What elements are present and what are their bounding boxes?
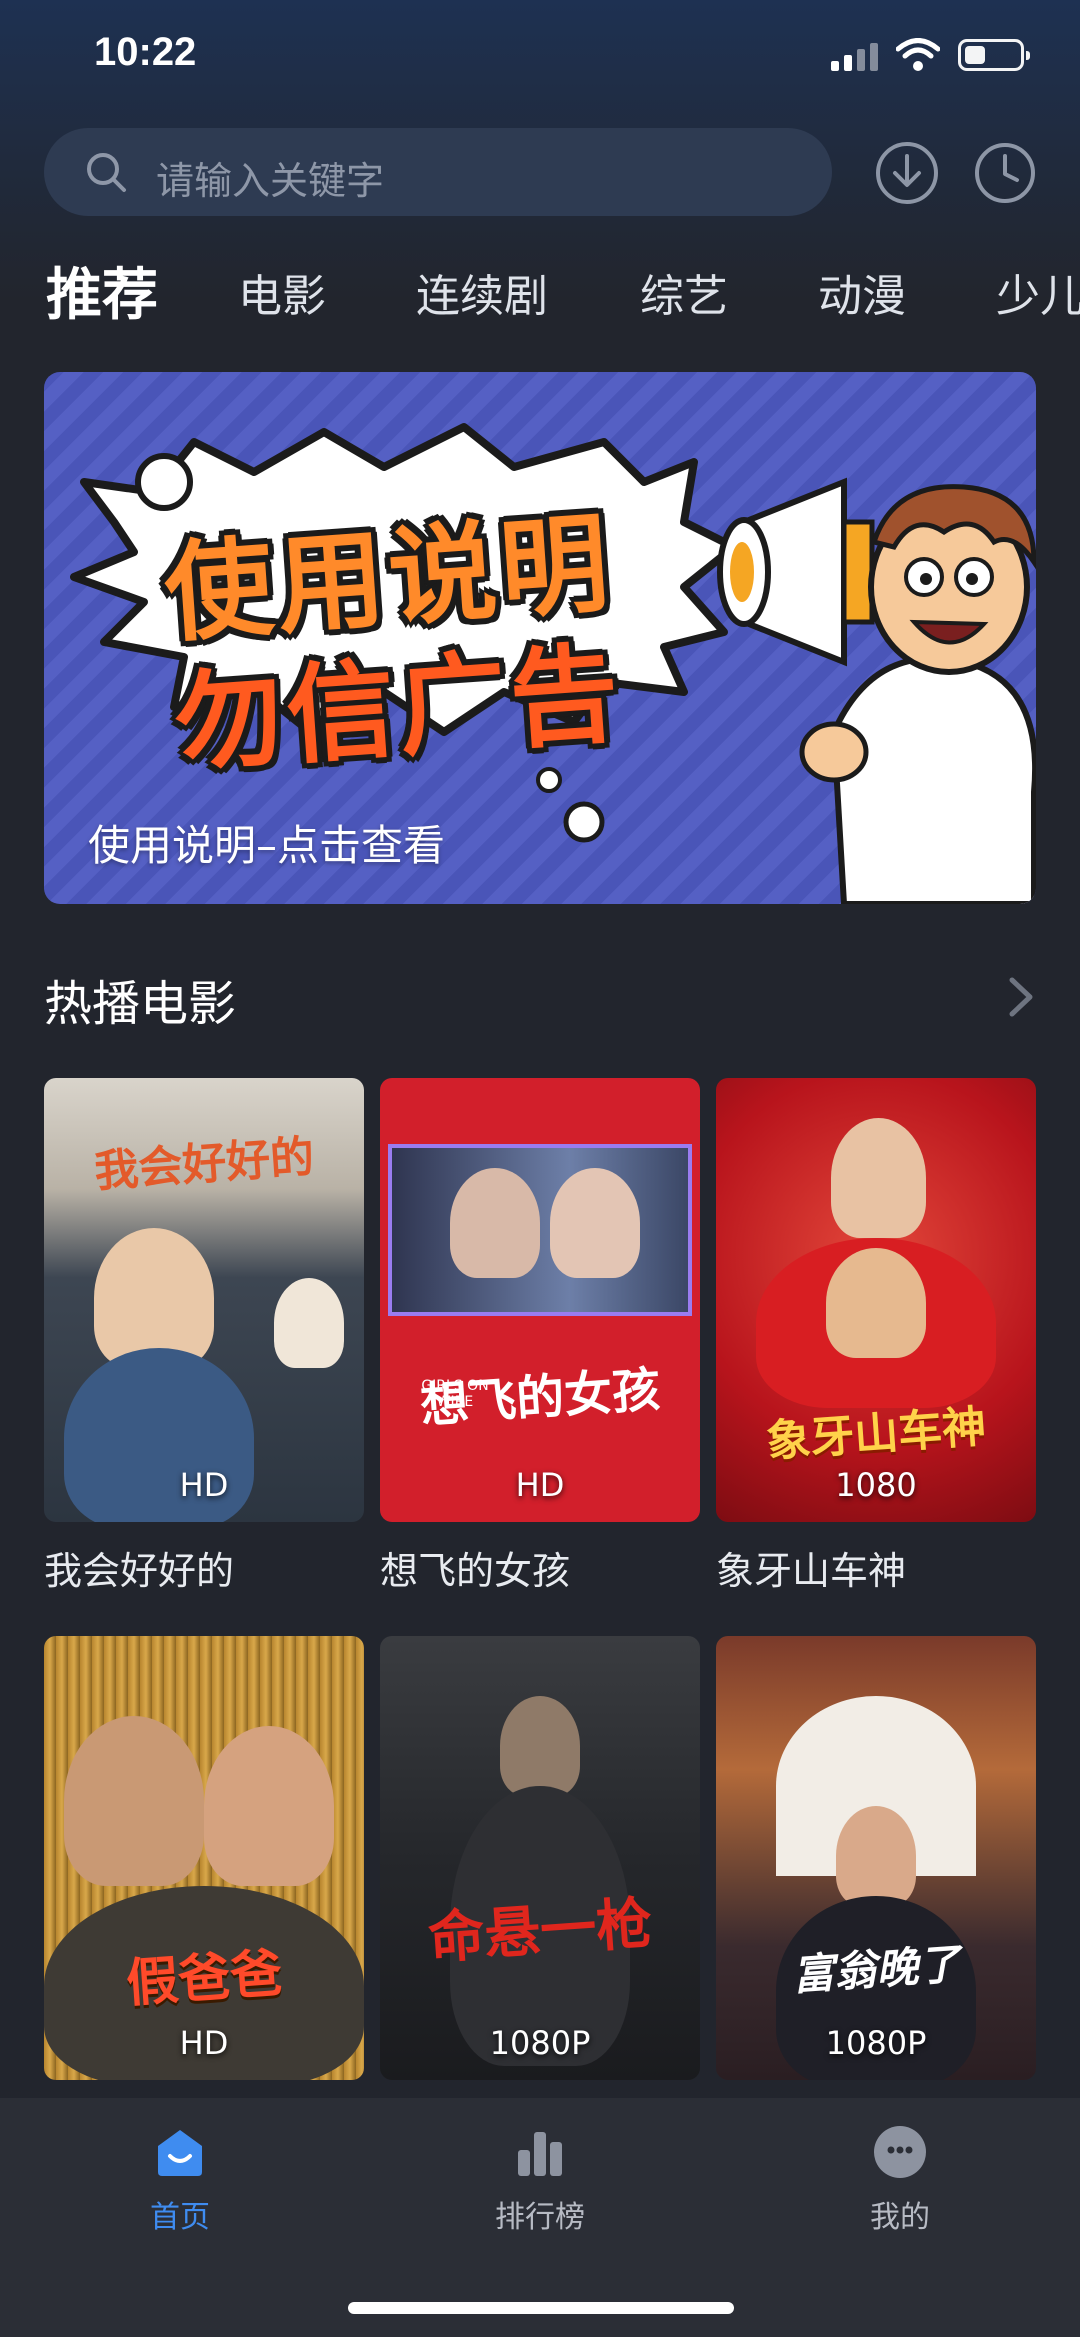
movie-title: 我会好好的 — [44, 1549, 235, 1593]
movie-title: 象牙山车神 — [716, 1549, 907, 1593]
chevron-right-icon[interactable] — [1002, 974, 1038, 1020]
search-placeholder: 请输入关键字 — [156, 159, 385, 203]
quality-badge: HD — [515, 1466, 565, 1504]
hot-movies-title: 热播电影 — [44, 976, 237, 1032]
movie-card[interactable]: 我会好好的 HD 我会好好的 — [44, 1078, 364, 1595]
tab-series[interactable]: 连续剧 — [416, 260, 548, 324]
tab-recommend[interactable]: 推荐 — [46, 250, 158, 331]
history-clock-icon[interactable] — [972, 140, 1038, 206]
quality-badge: 1080P — [825, 2024, 927, 2062]
movie-poster: 想飞的女孩 GIRLS ON WIRE HD — [380, 1078, 700, 1522]
poster-title-art: 我会好好的 — [92, 1131, 316, 1198]
nav-ranking-label: 排行榜 — [495, 2200, 585, 2235]
tab-movies[interactable]: 电影 — [238, 260, 326, 324]
download-icon[interactable] — [874, 140, 940, 206]
movie-poster: 富翁晚了 1080P — [716, 1636, 1036, 2080]
usage-guide-banner[interactable]: 使用说明 勿信广告 使用说明–点击查看 — [44, 372, 1036, 904]
movie-poster: 命悬一枪 1080P — [380, 1636, 700, 2080]
movie-title: 想飞的女孩 — [380, 1549, 571, 1593]
movie-poster: 我会好好的 HD — [44, 1078, 364, 1522]
movie-poster: 假爸爸 HD — [44, 1636, 364, 2080]
tab-anime[interactable]: 动漫 — [818, 260, 906, 324]
quality-badge: HD — [179, 1466, 229, 1504]
status-time: 10:22 — [94, 30, 197, 74]
movie-card[interactable]: 假爸爸 HD — [44, 1636, 364, 2098]
poster-title-art: 富翁晚了 — [790, 1939, 962, 2000]
cellular-signal-icon — [831, 39, 878, 71]
wifi-icon — [896, 38, 940, 71]
movie-card[interactable]: 象牙山车神 1080 象牙山车神 — [716, 1078, 1036, 1595]
poster-title-art: 命悬一枪 — [426, 1891, 655, 1972]
nav-home-label: 首页 — [150, 2200, 210, 2235]
tab-kids[interactable]: 少儿 — [996, 260, 1080, 324]
search-input[interactable]: 请输入关键字 — [44, 128, 832, 216]
movie-card[interactable]: 富翁晚了 1080P — [716, 1636, 1036, 2098]
status-icons — [831, 38, 1030, 72]
banner-headline-2: 勿信广告 — [170, 631, 627, 788]
nav-profile-label: 我的 — [870, 2200, 930, 2235]
movie-poster: 象牙山车神 1080 — [716, 1078, 1036, 1522]
tab-variety[interactable]: 综艺 — [640, 260, 728, 324]
poster-subtext: GIRLS ON WIRE — [421, 1378, 489, 1410]
status-bar: 10:22 — [0, 0, 1080, 120]
battery-icon — [958, 39, 1030, 71]
movie-card[interactable]: 命悬一枪 1080P — [380, 1636, 700, 2098]
category-tabs: 推荐 电影 连续剧 综艺 动漫 少儿 — [0, 250, 1080, 330]
quality-badge: 1080P — [489, 2024, 591, 2062]
home-icon — [158, 2130, 202, 2176]
nav-home[interactable]: 首页 — [80, 2122, 280, 2236]
movie-card[interactable]: 想飞的女孩 GIRLS ON WIRE HD 想飞的女孩 — [380, 1078, 700, 1595]
quality-badge: HD — [179, 2024, 229, 2062]
poster-title-art: 象牙山车神 — [764, 1401, 988, 1468]
quality-badge: 1080 — [835, 1466, 917, 1504]
ranking-icon — [518, 2132, 562, 2176]
search-icon — [87, 153, 126, 192]
profile-icon — [874, 2126, 926, 2178]
nav-profile[interactable]: 我的 — [800, 2122, 1000, 2236]
nav-ranking[interactable]: 排行榜 — [440, 2122, 640, 2236]
banner-caption: 使用说明–点击查看 — [88, 821, 446, 870]
home-indicator — [348, 2302, 734, 2314]
